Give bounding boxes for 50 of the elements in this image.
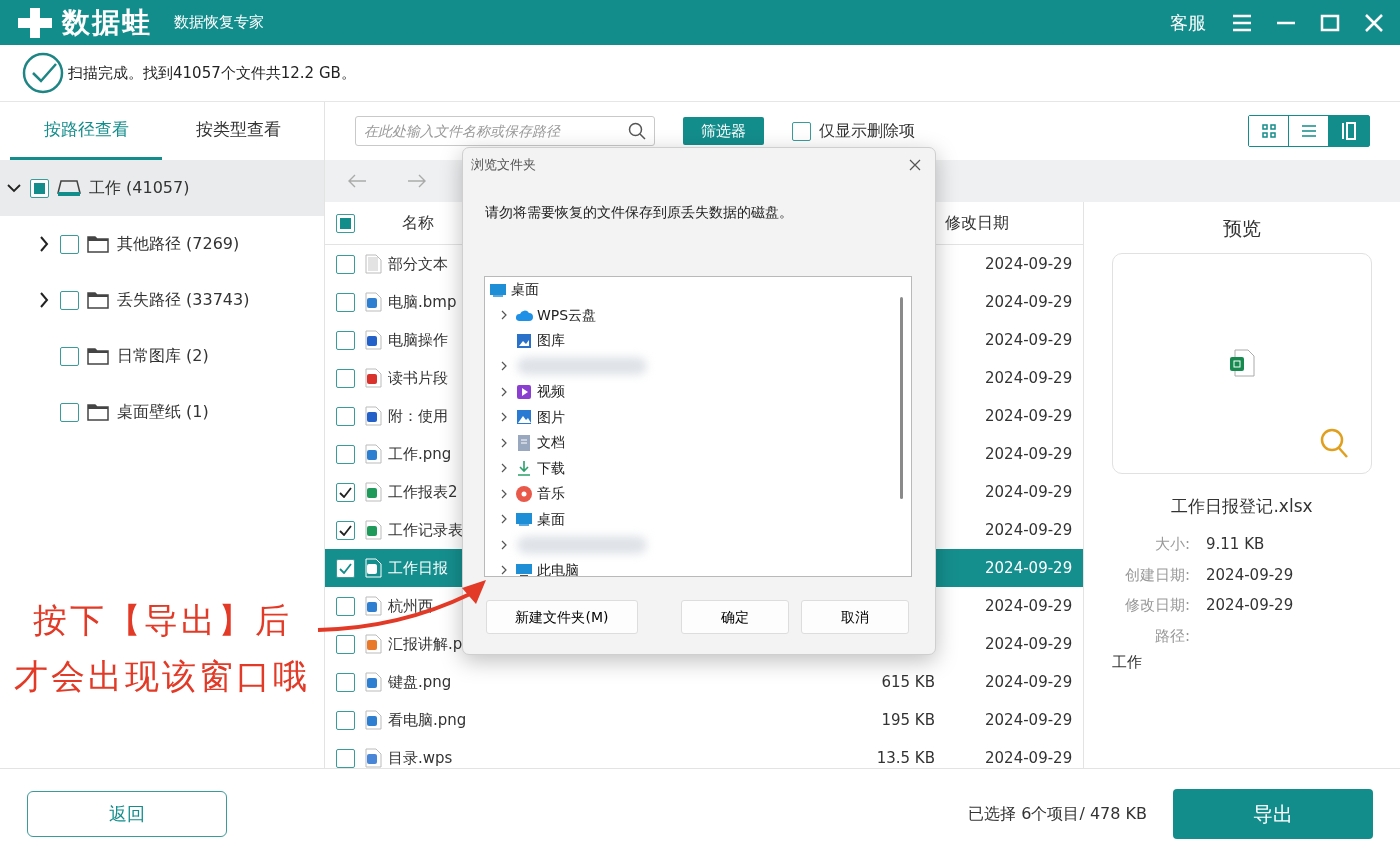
file-date: 2024-09-29 [985,406,1073,425]
scan-status: 扫描完成。找到41057个文件共12.2 GB。 [68,62,356,84]
file-size: 615 KB [881,672,935,691]
file-size: 13.5 KB [876,748,935,767]
path-value: 工作 [1112,652,1143,673]
file-name: 电脑.bmp [388,291,457,313]
file-date: 2024-09-29 [985,482,1073,501]
selection-summary: 已选择 6个项目/ 478 KB [968,802,1147,825]
logo-text: 数据蛙 [62,4,152,41]
column-header: 修改日期 [945,213,1009,232]
file-name: 工作报表2 [388,481,458,503]
file-date: 2024-09-29 [985,748,1073,767]
file-name: 电脑操作 [388,329,448,351]
detail-label: 创建日期: [1123,564,1190,586]
file-date: 2024-09-29 [985,292,1073,311]
detail-label: 大小: [1153,534,1190,555]
file-name: 键盘.png [388,671,452,693]
preview-title: 预览 [1222,216,1262,241]
annotation-text: 按下【导出】后 [32,599,292,642]
file-date: 2024-09-29 [985,596,1073,615]
file-name: 工作.png [388,443,452,465]
file-date: 2024-09-29 [985,520,1073,539]
detail-value: 2024-09-29 [1206,595,1295,616]
detail-value: 2024-09-29 [1206,564,1295,586]
file-date: 2024-09-29 [985,254,1073,273]
file-name: 汇报讲解.p [388,633,463,655]
file-name: 工作记录表 [388,519,463,541]
file-date: 2024-09-29 [985,634,1073,653]
file-date: 2024-09-29 [985,672,1073,691]
file-name: 看电脑.png [388,709,467,731]
detail-label: 修改日期: [1123,595,1190,616]
file-date: 2024-09-29 [985,710,1073,729]
dialog-message: 请勿将需要恢复的文件保存到原丢失数据的磁盘。 [485,203,793,222]
file-date: 2024-09-29 [985,330,1073,349]
file-name: 目录.wps [388,747,453,768]
file-size: 195 KB [881,710,935,729]
file-name: 读书片段 [388,367,448,389]
annotation-text: 才会出现该窗口哦 [14,655,310,698]
detail-value: 9.11 KB [1206,534,1266,555]
file-name: 部分文本 [388,253,448,275]
dialog-title: 浏览文件夹 [471,155,536,174]
file-date: 2024-09-29 [985,368,1073,387]
column-header: 名称 [402,212,434,234]
detail-label: 路径: [1153,625,1190,647]
file-name: 工作日报 [388,557,448,579]
preview-file-name: 工作日报登记.xlsx [1170,494,1314,518]
file-date: 2024-09-29 [985,558,1073,577]
file-name: 附：使用 [388,405,448,427]
file-date: 2024-09-29 [985,444,1073,463]
app-subtitle: 数据恢复专家 [174,12,264,34]
